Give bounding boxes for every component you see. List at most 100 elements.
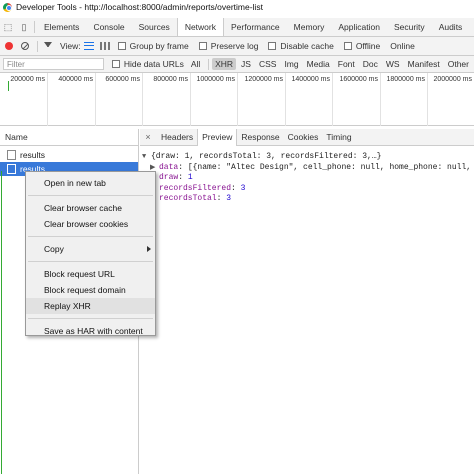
filter-type-xhr[interactable]: XHR xyxy=(212,58,237,70)
json-filtered-line: recordsFiltered: 3 xyxy=(142,184,474,195)
json-value: 3 xyxy=(240,183,246,193)
menu-item-save-as-har[interactable]: Save as HAR with content xyxy=(26,323,155,339)
menu-item-clear-browser-cache[interactable]: Clear browser cache xyxy=(26,200,155,216)
menu-item-block-request-url[interactable]: Block request URL xyxy=(26,266,155,282)
network-overview-timeline[interactable]: 200000 ms 400000 ms 600000 ms 800000 ms … xyxy=(0,73,474,126)
checkbox-box[interactable] xyxy=(117,42,126,50)
filter-funnel-icon[interactable] xyxy=(44,42,52,50)
json-key: recordsTotal xyxy=(159,194,217,203)
json-data-summary: [{name: "Altec Design", cell_phone: null… xyxy=(187,162,474,172)
filter-bar: Filter Hide data URLs All XHR JS CSS Img… xyxy=(0,56,474,73)
json-data-line[interactable]: ▶ data: [{name: "Altec Design", cell_phon… xyxy=(142,163,474,174)
record-icon[interactable] xyxy=(5,42,13,50)
checkbox-box[interactable] xyxy=(111,60,120,68)
filter-type-manifest[interactable]: Manifest xyxy=(405,58,443,70)
detail-tabbar: × Headers Preview Response Cookies Timin… xyxy=(140,128,474,146)
json-colon: : xyxy=(178,162,188,172)
filter-divider xyxy=(208,58,210,70)
menu-item-replay-xhr[interactable]: Replay XHR xyxy=(26,298,155,314)
json-value: 3 xyxy=(226,194,232,203)
menu-item-copy[interactable]: Copy xyxy=(26,241,155,257)
checkbox-box[interactable] xyxy=(268,42,277,50)
offline-checkbox[interactable]: Offline xyxy=(343,41,381,51)
menu-item-block-request-domain[interactable]: Block request domain xyxy=(26,282,155,298)
json-value: 1 xyxy=(187,173,193,182)
tab-audits[interactable]: Audits xyxy=(432,18,470,36)
menu-item-copy-label: Copy xyxy=(44,244,64,254)
filter-type-font[interactable]: Font xyxy=(335,58,358,70)
json-root-line[interactable]: ▼ {draw: 1, recordsTotal: 3, recordsFilte… xyxy=(142,152,474,163)
inspect-element-icon[interactable]: ⬚ xyxy=(0,18,16,36)
filter-type-media[interactable]: Media xyxy=(304,58,333,70)
tab-response[interactable]: Response xyxy=(237,129,283,146)
group-by-frame-checkbox[interactable]: Group by frame xyxy=(117,41,189,51)
chrome-logo-icon xyxy=(3,2,12,12)
hide-data-urls-checkbox[interactable]: Hide data URLs xyxy=(111,59,184,69)
preserve-log-checkbox[interactable]: Preserve log xyxy=(198,41,259,51)
json-key: data xyxy=(159,162,179,172)
request-row[interactable]: results xyxy=(0,148,138,162)
preserve-log-label: Preserve log xyxy=(210,41,259,51)
menu-item-open-in-new-tab[interactable]: Open in new tab xyxy=(26,175,155,191)
disable-cache-label: Disable cache xyxy=(280,41,334,51)
menu-item-clear-browser-cookies[interactable]: Clear browser cookies xyxy=(26,216,155,232)
json-colon: : xyxy=(231,183,241,193)
toolbar-divider xyxy=(37,40,38,52)
filter-type-img[interactable]: Img xyxy=(281,58,301,70)
json-draw-line: draw: 1 xyxy=(142,173,474,184)
tab-application[interactable]: Application xyxy=(331,18,387,36)
tab-network[interactable]: Network xyxy=(176,18,224,36)
submenu-arrow-icon xyxy=(147,246,151,252)
menu-divider xyxy=(28,261,153,262)
context-menu: Open in new tab Clear browser cache Clea… xyxy=(25,171,156,336)
filter-type-js[interactable]: JS xyxy=(238,58,254,70)
tab-sources[interactable]: Sources xyxy=(132,18,177,36)
json-key: draw xyxy=(159,173,179,182)
clear-icon[interactable] xyxy=(21,42,29,50)
filter-type-other[interactable]: Other xyxy=(445,58,472,70)
hide-data-urls-label: Hide data URLs xyxy=(123,59,184,69)
tab-console[interactable]: Console xyxy=(86,18,131,36)
timeline-request-marker xyxy=(0,81,474,91)
filter-type-doc[interactable]: Doc xyxy=(360,58,381,70)
json-total-line: recordsTotal: 3 xyxy=(142,194,474,205)
menu-divider xyxy=(28,195,153,196)
filter-input[interactable]: Filter xyxy=(3,58,104,70)
window-title: Developer Tools - http://localhost:8000/… xyxy=(16,2,263,12)
close-icon[interactable]: × xyxy=(142,132,154,142)
json-preview: ▼ {draw: 1, recordsTotal: 3, recordsFilte… xyxy=(140,146,474,205)
network-toolbar: View: Group by frame Preserve log Disabl… xyxy=(0,37,474,56)
document-icon xyxy=(7,164,16,174)
tab-performance[interactable]: Performance xyxy=(224,18,287,36)
tabbar-divider xyxy=(34,21,35,33)
request-detail-pane: × Headers Preview Response Cookies Timin… xyxy=(140,128,474,474)
filter-type-ws[interactable]: WS xyxy=(383,58,403,70)
view-label: View: xyxy=(60,41,81,51)
checkbox-box[interactable] xyxy=(343,42,352,50)
tab-elements[interactable]: Elements xyxy=(37,18,86,36)
json-root-summary: {draw: 1, recordsTotal: 3, recordsFilter… xyxy=(151,152,382,161)
menu-divider xyxy=(28,318,153,319)
offline-label: Offline xyxy=(355,41,381,51)
collapse-arrow-icon[interactable]: ▼ xyxy=(142,152,151,163)
filter-type-css[interactable]: CSS xyxy=(256,58,279,70)
tab-preview[interactable]: Preview xyxy=(197,128,238,146)
tab-timing[interactable]: Timing xyxy=(322,129,355,146)
menu-divider xyxy=(28,236,153,237)
device-toolbar-icon[interactable]: ▯ xyxy=(16,18,32,36)
tab-security[interactable]: Security xyxy=(387,18,432,36)
large-rows-icon[interactable] xyxy=(83,42,94,50)
window-titlebar: Developer Tools - http://localhost:8000/… xyxy=(0,0,474,14)
filter-type-all[interactable]: All xyxy=(188,58,203,70)
name-column-header[interactable]: Name xyxy=(0,129,138,146)
checkbox-box[interactable] xyxy=(198,42,207,50)
disable-cache-checkbox[interactable]: Disable cache xyxy=(268,41,334,51)
waterfall-marker-line xyxy=(1,171,2,474)
json-key: recordsFiltered xyxy=(159,183,232,193)
overview-bars-icon[interactable] xyxy=(99,42,110,50)
json-colon: : xyxy=(216,194,227,203)
tab-cookies[interactable]: Cookies xyxy=(284,129,323,146)
throttling-select[interactable]: Online xyxy=(390,41,415,51)
tab-headers[interactable]: Headers xyxy=(157,129,197,146)
tab-memory[interactable]: Memory xyxy=(287,18,332,36)
